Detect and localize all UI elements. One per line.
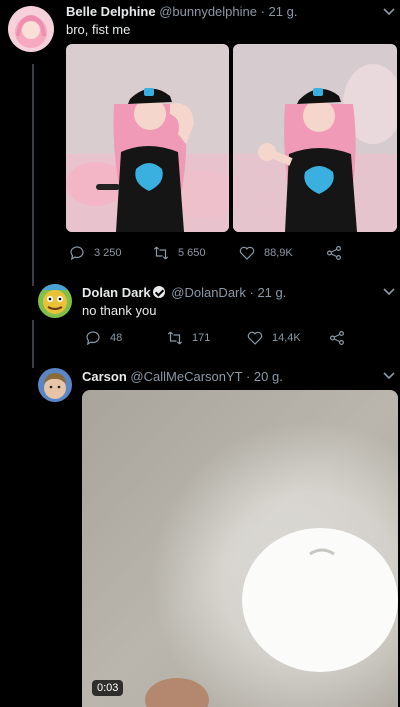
video-timestamp: 0:03 bbox=[92, 680, 124, 696]
avatar[interactable] bbox=[8, 6, 54, 52]
like-count: 88,9K bbox=[264, 247, 293, 259]
chevron-down-icon[interactable] bbox=[383, 8, 395, 16]
author-name[interactable]: Belle Delphine bbox=[66, 4, 156, 19]
retweet-icon bbox=[167, 331, 183, 345]
chevron-down-icon[interactable] bbox=[383, 288, 395, 296]
thread-line bbox=[32, 64, 34, 286]
reply-icon bbox=[86, 331, 100, 346]
author-handle[interactable]: @CallMeCarsonYT bbox=[130, 369, 242, 384]
like-icon bbox=[247, 331, 263, 345]
tweet-header: Dolan Dark @DolanDark · 21 g. bbox=[82, 285, 286, 300]
reply-action[interactable]: 3 250 bbox=[68, 244, 122, 262]
tweet-header: Carson @CallMeCarsonYT · 20 g. bbox=[82, 369, 283, 384]
like-icon bbox=[239, 246, 255, 260]
verified-icon bbox=[152, 286, 165, 298]
retweet-action[interactable]: 5 650 bbox=[152, 244, 206, 262]
retweet-count: 171 bbox=[192, 332, 211, 344]
reply-count: 3 250 bbox=[94, 247, 122, 259]
retweet-icon bbox=[153, 246, 169, 260]
author-handle[interactable]: @DolanDark bbox=[171, 285, 246, 300]
reply-action[interactable]: 48 bbox=[84, 329, 122, 347]
thread-line bbox=[32, 320, 34, 368]
reply-icon bbox=[70, 246, 84, 261]
like-action[interactable]: 88,9K bbox=[238, 244, 293, 262]
avatar[interactable] bbox=[38, 368, 72, 402]
share-action[interactable] bbox=[325, 244, 343, 262]
tweet-photo[interactable] bbox=[233, 44, 397, 232]
tweet-time[interactable]: · 21 g. bbox=[250, 285, 287, 300]
tweet-time[interactable]: · 21 g. bbox=[261, 4, 298, 19]
avatar[interactable] bbox=[38, 284, 72, 318]
chevron-down-icon[interactable] bbox=[383, 372, 395, 380]
retweet-count: 5 650 bbox=[178, 247, 206, 259]
author-name[interactable]: Dolan Dark bbox=[82, 285, 151, 300]
tweet-text: no thank you bbox=[82, 303, 157, 318]
tweet-text: bro, fist me bbox=[66, 22, 131, 37]
tweet-header: Belle Delphine @bunnydelphine · 21 g. bbox=[66, 4, 297, 19]
share-icon bbox=[330, 331, 344, 345]
author-handle[interactable]: @bunnydelphine bbox=[159, 4, 257, 19]
retweet-action[interactable]: 171 bbox=[166, 329, 210, 347]
tweet-time[interactable]: · 20 g. bbox=[246, 369, 283, 384]
like-action[interactable]: 14,4K bbox=[246, 329, 301, 347]
tweet-photo[interactable] bbox=[66, 44, 229, 232]
like-count: 14,4K bbox=[272, 332, 301, 344]
share-icon bbox=[327, 246, 341, 260]
reply-count: 48 bbox=[110, 332, 123, 344]
tweet-video[interactable] bbox=[82, 390, 398, 707]
author-name[interactable]: Carson bbox=[82, 369, 127, 384]
share-action[interactable] bbox=[328, 329, 346, 347]
